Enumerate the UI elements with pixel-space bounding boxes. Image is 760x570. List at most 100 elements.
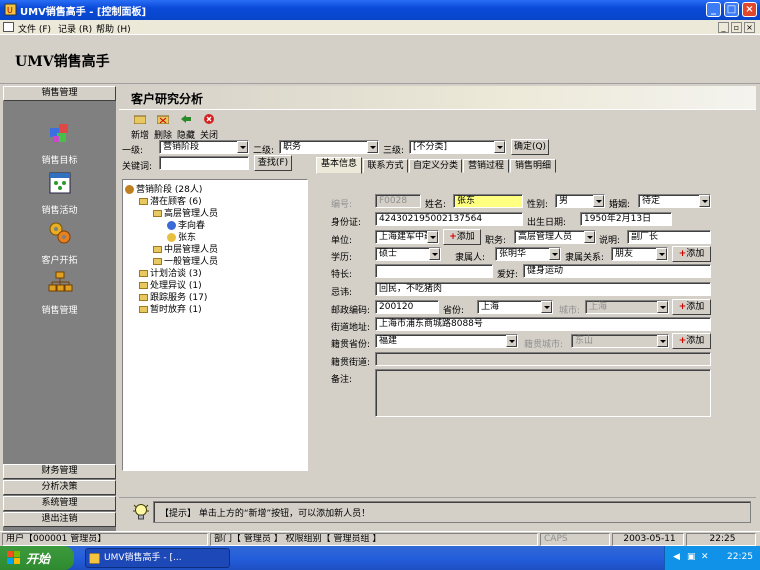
idcard-field[interactable]: 424302195002137564 bbox=[375, 212, 523, 226]
gears-icon bbox=[49, 222, 70, 244]
tree-node[interactable]: 暂时放弃 (1) bbox=[139, 302, 202, 315]
nav-tile-customer-develop[interactable]: 客户开拓 bbox=[3, 220, 116, 266]
menu-help[interactable]: 帮助 (H) bbox=[96, 22, 131, 35]
relation-select[interactable]: 朋友 bbox=[611, 247, 668, 261]
confirm-button[interactable]: 确定(Q) bbox=[511, 139, 549, 155]
mdi-close-icon[interactable]: × bbox=[744, 22, 755, 33]
mdi-restore-icon[interactable]: ▫ bbox=[731, 22, 742, 33]
native-street-field[interactable] bbox=[375, 352, 711, 366]
chevron-down-icon[interactable] bbox=[584, 231, 595, 243]
relation-value: 朋友 bbox=[615, 249, 634, 259]
menu-record[interactable]: 记录 (R) bbox=[58, 22, 92, 35]
level1-select[interactable]: 营销阶段 bbox=[159, 140, 249, 154]
mdi-minimize-icon[interactable]: _ bbox=[718, 22, 729, 33]
desc-field[interactable]: 副厂长 bbox=[627, 230, 711, 244]
nav-section-sales[interactable]: 销售管理 bbox=[3, 86, 116, 101]
delete-button[interactable]: 删除 bbox=[152, 114, 174, 141]
native-province-select[interactable]: 福建 bbox=[375, 334, 518, 348]
level3-select[interactable]: [不分类] bbox=[409, 140, 506, 154]
marital-select[interactable]: 待定 bbox=[638, 194, 711, 208]
tab-contact[interactable]: 联系方式 bbox=[363, 159, 408, 173]
speaker-icon[interactable]: ◀ bbox=[673, 552, 680, 562]
maximize-icon[interactable]: □ bbox=[724, 2, 739, 17]
title-select[interactable]: 高层管理人员 bbox=[514, 230, 596, 244]
gender-select[interactable]: 男 bbox=[555, 194, 605, 208]
app-icon: U bbox=[4, 3, 17, 16]
name-field[interactable]: 张东 bbox=[453, 194, 523, 208]
nav-tile-sales-target[interactable]: 销售目标 bbox=[3, 120, 116, 166]
chevron-down-icon[interactable] bbox=[549, 248, 560, 260]
nav-section-analysis[interactable]: 分析决策 bbox=[3, 480, 116, 495]
add-label: 添加 bbox=[456, 232, 475, 242]
nav-section-logout[interactable]: 退出注销 bbox=[3, 512, 116, 527]
taboo-field[interactable]: 回民，不吃猪肉 bbox=[375, 282, 711, 296]
add-relation-button[interactable]: +添加 bbox=[672, 246, 711, 262]
page-title: 客户研究分析 bbox=[131, 92, 204, 106]
keyword-input[interactable] bbox=[159, 156, 249, 170]
hide-button[interactable]: 隐藏 bbox=[175, 114, 197, 141]
province-select[interactable]: 上海 bbox=[477, 300, 553, 314]
nav-section-finance[interactable]: 财务管理 bbox=[3, 464, 116, 479]
chevron-down-icon[interactable] bbox=[429, 248, 440, 260]
birth-field[interactable]: 1950年2月13日 bbox=[580, 212, 672, 226]
note-textarea[interactable] bbox=[375, 369, 711, 417]
marital-label: 婚姻: bbox=[609, 200, 631, 210]
new-folder-icon bbox=[133, 115, 147, 125]
search-button[interactable]: 查找(F) bbox=[254, 155, 292, 171]
taboo-label: 忌讳: bbox=[331, 288, 353, 298]
status-dept: 部门【 管理员 】 权限组别【 管理员组 】 bbox=[210, 533, 538, 546]
menu-file[interactable]: 文件 (F) bbox=[18, 22, 51, 35]
close-button[interactable]: 关闭 bbox=[198, 114, 220, 141]
native-city-select[interactable]: 东山 bbox=[571, 334, 669, 348]
page-title-band: 客户研究分析 bbox=[119, 86, 756, 110]
nav-tile-sales-activity[interactable]: 销售活动 bbox=[3, 170, 116, 216]
tab-custom-category[interactable]: 自定义分类 bbox=[409, 159, 462, 173]
edu-select[interactable]: 硕士 bbox=[375, 247, 441, 261]
chevron-down-icon[interactable] bbox=[541, 301, 552, 313]
taskbar: 开始 UMV销售高手 - [... ◀ ▣ ✕ 22:25 bbox=[0, 546, 760, 570]
network-icon[interactable]: ▣ bbox=[687, 552, 696, 562]
city-value: 上海 bbox=[589, 302, 608, 312]
minimize-icon[interactable]: _ bbox=[706, 2, 721, 17]
tray-extra-icon[interactable]: ✕ bbox=[701, 552, 709, 562]
tab-basic-info[interactable]: 基本信息 bbox=[316, 157, 362, 174]
mdi-doc-icon[interactable] bbox=[3, 22, 14, 32]
new-button[interactable]: 新增 bbox=[129, 114, 151, 141]
company-select[interactable]: 上海建军中药 bbox=[375, 230, 439, 244]
owner-select[interactable]: 张明华 bbox=[495, 247, 561, 261]
tab-sales-detail[interactable]: 销售明细 bbox=[510, 159, 556, 173]
chevron-down-icon[interactable] bbox=[656, 248, 667, 260]
status-time: 22:25 bbox=[686, 533, 756, 546]
taskbar-app-button[interactable]: UMV销售高手 - [... bbox=[85, 548, 230, 568]
level2-select[interactable]: 职务 bbox=[279, 140, 379, 154]
chevron-down-icon[interactable] bbox=[593, 195, 604, 207]
chevron-down-icon[interactable] bbox=[427, 231, 438, 243]
chevron-down-icon[interactable] bbox=[367, 141, 378, 153]
tab-marketing-process[interactable]: 营销过程 bbox=[463, 159, 509, 173]
basic-info-form: 编号: F0028 姓名: 张东 性别: 男 婚姻: 待定 身份证: 42430… bbox=[309, 179, 715, 471]
city-select[interactable]: 上海 bbox=[585, 300, 669, 314]
chevron-down-icon[interactable] bbox=[494, 141, 505, 153]
zip-field[interactable]: 200120 bbox=[375, 300, 439, 314]
level2-value: 职务 bbox=[283, 142, 302, 152]
gender-label: 性别: bbox=[527, 200, 549, 210]
chevron-down-icon[interactable] bbox=[657, 335, 668, 347]
chevron-down-icon[interactable] bbox=[657, 301, 668, 313]
nav-section-system[interactable]: 系统管理 bbox=[3, 496, 116, 511]
chevron-down-icon[interactable] bbox=[506, 335, 517, 347]
close-icon[interactable]: × bbox=[742, 2, 757, 17]
tree-node-label: 暂时放弃 (1) bbox=[150, 305, 202, 315]
add-city-button[interactable]: +添加 bbox=[672, 299, 711, 315]
street-field[interactable]: 上海市浦东商城路8088号 bbox=[375, 317, 711, 331]
nav-tile-sales-manage[interactable]: 销售管理 bbox=[3, 270, 116, 316]
chevron-down-icon[interactable] bbox=[699, 195, 710, 207]
skill-field[interactable] bbox=[375, 264, 493, 278]
native-province-label: 籍贯省份: bbox=[331, 340, 371, 350]
note-label: 备注: bbox=[331, 375, 353, 385]
hobby-field[interactable]: 健身运动 bbox=[523, 264, 711, 278]
add-native-city-button[interactable]: +添加 bbox=[672, 333, 711, 349]
add-company-button[interactable]: +添加 bbox=[443, 229, 481, 245]
start-button[interactable]: 开始 bbox=[0, 546, 74, 570]
chevron-down-icon[interactable] bbox=[237, 141, 248, 153]
owner-label: 隶属人: bbox=[455, 253, 486, 263]
